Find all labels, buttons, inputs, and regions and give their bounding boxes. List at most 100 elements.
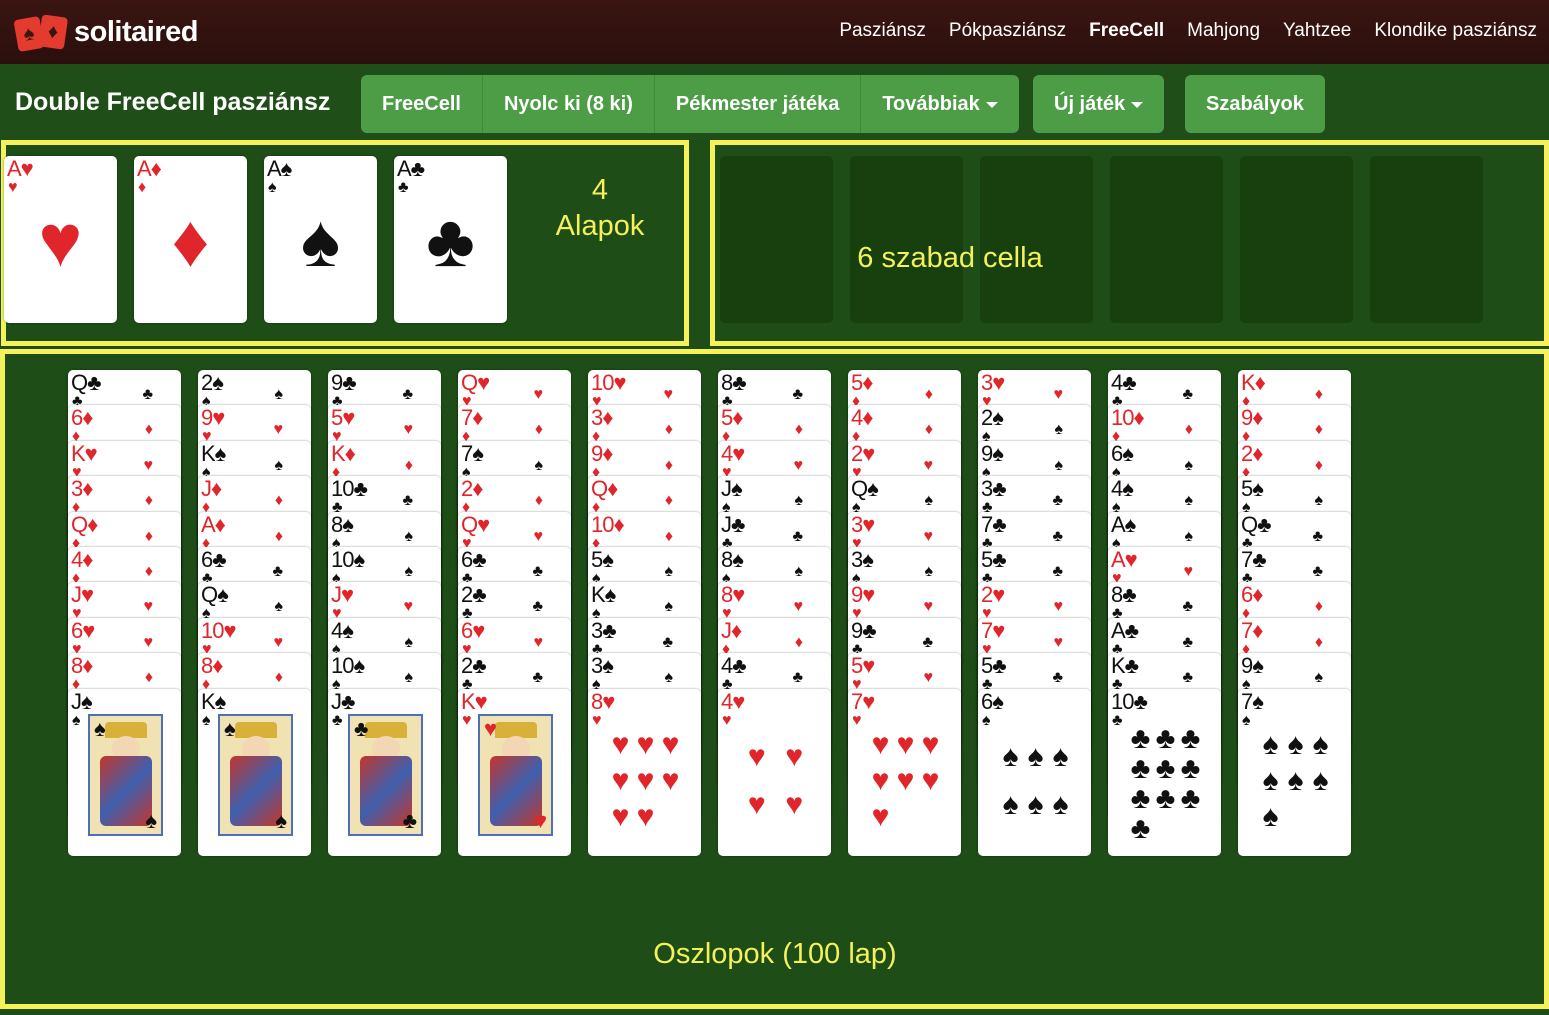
tableau-card[interactable]: K♥ ♥ ♥ ♥ [458,688,571,856]
tableau-card[interactable]: 7♥ ♥ ♥ ♥ ♥ ♥ ♥ ♥ ♥ [848,688,961,856]
tableau-card[interactable]: J♠ ♠ ♠ ♠ [68,688,181,856]
card-rank-suit: 9♠ [1241,653,1264,679]
card-rank-suit: 7♦ [1241,617,1263,643]
card-rank-suit: 9♥ [201,405,225,431]
suit-icon: ♣ [792,527,804,545]
main-nav: Pasziánsz Pókpasziánsz FreeCell Mahjong Yaht… [816,20,1537,42]
tableau-card[interactable]: 4♥ ♥ ♥ ♥ ♥ ♥ [718,688,831,856]
suit-icon: ♥ [923,669,934,687]
foundation-card[interactable]: A♥ ♥ ♥ [4,156,117,323]
card-rank-suit: 5♥ [851,653,875,679]
suit-icon: ♥ [143,598,154,616]
card-rank-suit: 8♣ [1111,582,1137,608]
suit-icon: ♦ [794,421,803,439]
tableau-card[interactable]: 10♣ ♣ ♣ ♣ ♣ ♣ ♣ ♣ ♣ ♣ ♣ ♣ [1108,688,1221,856]
suit-icon: ♥ [273,633,284,651]
nav-link-5[interactable]: Klondike pasziánsz [1374,20,1537,42]
suit-icon: ♠ [664,669,674,687]
suit-icon: ♠ [1314,492,1324,510]
suit-icon: ♥ [923,456,934,474]
tableau-card[interactable]: 7♠ ♠ ♠ ♠ ♠ ♠ ♠ ♠ ♠ [1238,688,1351,856]
free-cell-slot[interactable] [1240,156,1353,323]
tableau-card[interactable]: J♣ ♣ ♣ ♣ [328,688,441,856]
suit-icon: ♦ [404,456,413,474]
suit-icon: ♠ [404,527,414,545]
card-rank-suit: Q♦ [591,476,618,502]
card-rank-suit: 3♠ [851,547,874,572]
rules-group: Szabályok [1185,75,1325,133]
card-rank-suit: 7♠ [461,440,484,466]
new-game-dropdown[interactable]: Új játék [1033,75,1164,133]
suit-icon: ♣ [426,199,475,282]
suit-icon: ♣ [398,179,409,196]
nav-link-3[interactable]: Mahjong [1187,20,1260,42]
suit-icon: ♥ [273,421,284,439]
card-rank-suit: A♦ [137,156,162,181]
card-rank-suit: 3♣ [591,617,617,643]
suit-icon: ♠ [404,633,414,651]
card-rank-suit: Q♦ [71,511,98,537]
card-rank-suit: 9♦ [591,440,613,466]
card-rank-suit: 3♥ [851,511,875,537]
foundation-card[interactable]: A♣ ♣ ♣ [394,156,507,323]
free-cell-slot[interactable] [1370,156,1483,323]
card-rank-suit: 4♣ [721,653,747,679]
suit-icon: ♣ [1182,386,1194,403]
card-rank-suit: 8♣ [721,370,747,395]
nav-link-1[interactable]: Pókpasziánsz [949,20,1066,42]
suit-icon: ♠ [664,598,674,616]
more-variants-dropdown[interactable]: Továbbiak [861,75,1018,133]
suit-icon: ♣ [272,563,284,580]
suit-icon: ♥ [8,179,18,196]
foundation-card[interactable]: A♠ ♠ ♠ [264,156,377,323]
suit-icon: ♦ [664,421,673,439]
suit-icon: ♥ [1183,563,1194,580]
suit-icon: ♣ [1052,563,1064,580]
variant-bakers-game-button[interactable]: Pékmester játéka [655,75,862,133]
card-rank-suit: J♥ [71,582,94,608]
suit-icon: ♣ [332,711,343,729]
card-rank-suit: J♣ [721,511,745,537]
suit-icon: ♥ [533,527,544,545]
suit-icon: ♠ [1184,527,1194,545]
nav-link-0[interactable]: Pasziánsz [839,20,926,42]
card-rank-suit: 10♦ [1111,405,1145,431]
variant-freecell-button[interactable]: FreeCell [361,75,483,133]
foundation-card[interactable]: A♦ ♦ ♦ [134,156,247,323]
card-rank-suit: 7♠ [1241,688,1264,714]
suit-icon: ♠ [404,669,414,687]
suit-icon: ♠ [274,598,284,616]
suit-icon: ♥ [462,711,472,729]
suit-icon: ♦ [1184,421,1193,439]
card-rank-suit: Q♥ [461,511,490,537]
suit-icon: ♥ [722,711,732,729]
suit-icon: ♥ [403,421,414,439]
new-game-group: Új játék [1033,75,1165,133]
tableau-card[interactable]: K♠ ♠ ♠ ♠ [198,688,311,856]
foundations-count: 4 [591,174,609,206]
card-rank-suit: 2♦ [461,476,483,502]
suit-icon: ♦ [144,492,153,510]
card-rank-suit: 6♠ [981,688,1004,714]
tableau-card[interactable]: 6♠ ♠ ♠ ♠ ♠ ♠ ♠ ♠ [978,688,1091,856]
nav-link-2[interactable]: FreeCell [1089,20,1164,42]
tableau-card[interactable]: 8♥ ♥ ♥ ♥ ♥ ♥ ♥ ♥ ♥ ♥ [588,688,701,856]
variant-eight-off-button[interactable]: Nyolc ki (8 ki) [483,75,655,133]
suit-icon: ♦ [1314,386,1323,403]
suit-icon: ♠ [274,456,284,474]
card-rank-suit: 3♦ [71,476,93,502]
nav-link-4[interactable]: Yahtzee [1283,20,1351,42]
new-game-label: Új játék [1054,93,1126,115]
site-logo[interactable]: ♠ ♦ solitaired [13,14,198,53]
free-cell-slot[interactable] [1110,156,1223,323]
columns-note: Oszlopok (100 lap) [653,938,897,970]
card-rank-suit: 4♥ [721,440,745,466]
suit-icon: ♥ [403,598,414,616]
card-rank-suit: 5♥ [331,405,355,431]
card-rank-suit: 2♣ [461,653,487,679]
card-rank-suit: A♥ [7,156,34,181]
rules-button[interactable]: Szabályok [1185,75,1325,133]
card-rank-suit: 4♦ [851,405,873,431]
suit-icon: ♣ [1182,598,1194,616]
suit-icon: ♠ [1314,669,1324,687]
